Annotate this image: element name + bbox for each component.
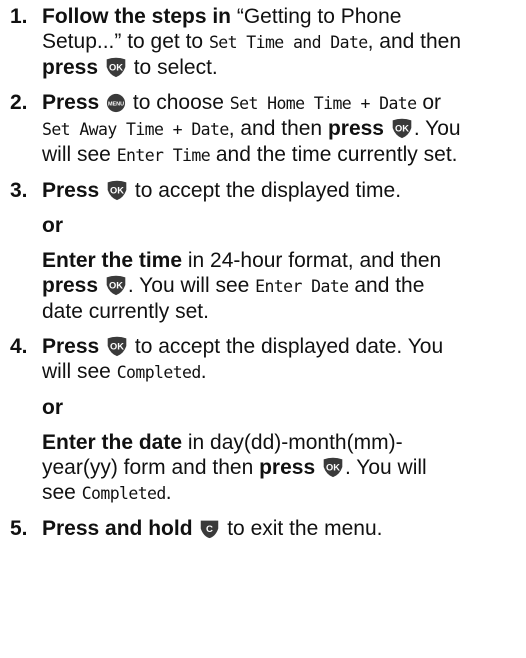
display-text: Enter Date <box>255 277 349 296</box>
ok-button-icon <box>106 179 128 201</box>
text-line: will see Enter Time and the time current… <box>42 142 524 168</box>
emphasis-text: Enter the date <box>42 431 183 454</box>
text: to accept the displayed time. <box>129 179 402 202</box>
text-line: press to select. <box>42 55 524 80</box>
emphasis-text: press <box>259 456 316 479</box>
or-label: or <box>42 213 524 238</box>
display-text: Set Home Time + Date <box>229 94 417 113</box>
text: will see <box>42 360 117 383</box>
text: in day(dd)-month(mm)- <box>182 431 403 454</box>
emphasis-text: press <box>42 56 99 79</box>
text-line: see Completed. <box>42 480 524 506</box>
text: Setup...” to get to <box>42 30 209 53</box>
step-5: 5. Press and hold to exit the menu. <box>0 516 524 541</box>
text: will see <box>42 143 117 166</box>
ok-button-icon <box>322 456 344 478</box>
step-3: 3. Press to accept the displayed time. <box>0 178 524 203</box>
emphasis-text: or <box>42 214 63 237</box>
text: to accept the displayed date. You <box>129 335 444 358</box>
menu-button-icon <box>106 93 126 113</box>
text-line: Press and hold to exit the menu. <box>42 516 524 541</box>
text-line: press . You will see Enter Date and the <box>42 273 524 299</box>
text: , and then <box>228 117 328 140</box>
text: year(yy) form and then <box>42 456 260 479</box>
step-text: Press and hold to exit the menu. <box>42 516 524 541</box>
c-button-icon <box>199 518 220 539</box>
text-line: Setup...” to get to Set Time and Date, a… <box>42 29 524 55</box>
instruction-page: 1. Follow the steps in “Getting to Phone S… <box>0 0 526 658</box>
emphasis-text: Press <box>42 335 100 358</box>
emphasis-text: or <box>42 396 63 419</box>
step-text: Press to accept the displayed time. <box>42 178 524 203</box>
text-line: or <box>42 395 524 420</box>
step-number: 4. <box>10 335 28 358</box>
display-text: Completed <box>116 363 202 382</box>
text: . <box>200 360 207 383</box>
text: to choose <box>127 91 230 114</box>
step-text: Follow the steps in “Getting to Phone Set… <box>42 4 524 80</box>
text: see <box>42 481 82 504</box>
display-text: Set Away Time + Date <box>42 120 229 139</box>
text: to exit the menu. <box>221 517 383 540</box>
display-text: Set Time and Date <box>208 33 368 52</box>
step-number: 2. <box>10 91 28 114</box>
step-2: 2. Press to choose Set Home Time + Date o… <box>0 90 524 168</box>
step-text: Press to accept the displayed date. You w… <box>42 334 524 385</box>
text-line: Set Away Time + Date, and then press . Y… <box>42 116 524 142</box>
text: to select. <box>127 56 218 79</box>
text: , and then <box>367 30 462 53</box>
emphasis-text: Press and hold <box>42 517 193 540</box>
step-number: 3. <box>10 179 28 202</box>
text-line: Follow the steps in “Getting to Phone <box>42 4 524 29</box>
text-line: will see Completed. <box>42 359 524 385</box>
text-line: or <box>42 213 524 238</box>
text: . You <box>413 117 461 140</box>
text-line: Press to accept the displayed date. You <box>42 334 524 359</box>
ok-button-icon <box>105 274 127 296</box>
text-line: Press to choose Set Home Time + Date or <box>42 90 524 116</box>
ok-button-icon <box>105 56 127 78</box>
text-line: Enter the time in 24-hour format, and th… <box>42 248 524 273</box>
text: “Getting to Phone <box>231 5 402 28</box>
step-1: 1. Follow the steps in “Getting to Phone S… <box>0 4 524 80</box>
or-label: or <box>42 395 524 420</box>
text: in 24-hour format, and then <box>182 249 442 272</box>
ok-button-icon <box>106 335 128 357</box>
text: . <box>165 481 172 504</box>
emphasis-text: Press <box>42 179 100 202</box>
emphasis-text: Press <box>42 91 100 114</box>
text: and the <box>348 274 425 297</box>
emphasis-text: Enter the time <box>42 249 183 272</box>
step-number: 5. <box>10 517 28 540</box>
text: and the time currently set. <box>210 143 458 166</box>
display-text: Enter Time <box>116 146 211 165</box>
display-text: Completed <box>81 484 167 503</box>
step-text: Press to choose Set Home Time + Date or S… <box>42 90 524 168</box>
emphasis-text: Follow the steps in <box>42 5 232 28</box>
ok-button-icon <box>391 117 413 139</box>
text-line: date currently set. <box>42 299 524 324</box>
text-line: Press to accept the displayed time. <box>42 178 524 203</box>
text-line: Enter the date in day(dd)-month(mm)- <box>42 430 524 455</box>
emphasis-text: press <box>327 117 384 140</box>
step-4: 4. Press to accept the displayed date. Yo… <box>0 334 524 385</box>
step-number: 1. <box>10 5 28 28</box>
text: . You will see <box>127 274 256 297</box>
text: date currently set. <box>42 300 209 323</box>
step-4-alternative: Enter the date in day(dd)-month(mm)- year… <box>42 430 524 506</box>
step-3-alternative: Enter the time in 24-hour format, and th… <box>42 248 524 324</box>
text: . You will <box>344 456 427 479</box>
text-line: year(yy) form and then press . You will <box>42 455 524 480</box>
text: or <box>416 91 441 114</box>
steps-list: 1. Follow the steps in “Getting to Phone S… <box>0 4 524 551</box>
emphasis-text: press <box>42 274 99 297</box>
